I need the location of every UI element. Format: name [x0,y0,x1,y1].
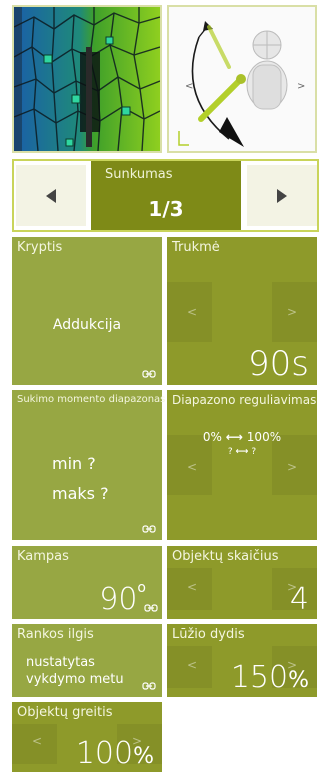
range-row-1: 0% ⟷ 100% [167,430,317,444]
torque-range-label: Sukimo momento diapazonas [17,394,166,405]
range-row-2-left: ? [227,447,233,457]
difficulty-prev-button[interactable] [16,165,86,226]
angle-unit: o [137,580,146,596]
double-arrow-icon: ⟷ [235,447,249,457]
break-size-value: 150 [230,660,289,695]
chevron-left-icon: < [187,305,198,319]
game-scene-graphic [14,7,160,151]
arm-length-label: Rankos ilgis [17,627,94,642]
link-icon [144,604,158,612]
object-count-label: Objektų skaičius [172,549,279,564]
game-preview-image[interactable] [12,5,162,153]
object-speed-tile[interactable]: Objektų greitis < > 100% [12,702,162,772]
direction-value: Addukcija [52,317,122,333]
difficulty-next-button[interactable] [247,165,317,226]
angle-label: Kampas [17,549,69,564]
object-count-value: 4 [289,582,309,617]
duration-tile[interactable]: Trukmė < > 90s [167,237,317,385]
break-size-label: Lūžio dydis [172,627,245,642]
chevron-right-icon: > [286,460,297,474]
chevron-left-icon [46,189,56,203]
object-count-tile[interactable]: Objektų skaičius < > 4 [167,546,317,619]
angle-value: 90 [99,582,138,617]
arm-motion-figure: < > [178,21,305,147]
chevron-left-icon: < [187,658,198,672]
break-size-value-group: 150% [231,663,309,693]
difficulty-selector: Sunkumas 1/3 [12,159,319,232]
break-size-tile[interactable]: Lūžio dydis < > 150% [167,624,317,697]
range-adjust-tile[interactable]: Diapazono reguliavimas 0% ⟷ 100% ? ⟷ ? <… [167,390,317,540]
exercise-motion-image[interactable]: < > [167,5,317,153]
link-icon [142,370,156,378]
svg-text:>: > [297,81,305,92]
object-speed-value: 100 [75,736,134,771]
angle-tile[interactable]: Kampas 90o [12,546,162,619]
duration-label: Trukmė [172,240,220,255]
chevron-right-icon [277,189,287,203]
direction-label: Kryptis [17,240,63,255]
link-icon [142,682,156,690]
range-row-1-left: 0% [202,430,222,444]
direction-tile[interactable]: Kryptis Addukcija [12,237,162,385]
arm-length-value: nustatytas vykdymo metu [26,655,124,687]
range-adjust-label: Diapazono reguliavimas [172,393,317,407]
torque-range-tile[interactable]: Sukimo momento diapazonas min ? maks ? [12,390,166,540]
link-icon [142,525,156,533]
torque-min-value: min ? [52,454,96,473]
object-speed-unit: % [133,744,154,769]
difficulty-panel: Sunkumas 1/3 [91,161,241,230]
chevron-left-icon: < [187,460,198,474]
double-arrow-icon: ⟷ [225,430,243,444]
difficulty-label: Sunkumas [105,167,173,182]
arm-length-tile[interactable]: Rankos ilgis nustatytas vykdymo metu [12,624,162,697]
duration-value: 90s [248,344,309,384]
svg-text:<: < [185,81,193,92]
range-row-2: ? ⟷ ? [167,447,317,457]
object-speed-label: Objektų greitis [17,705,113,720]
difficulty-value: 1/3 [148,197,184,221]
object-speed-value-group: 100% [76,739,154,769]
range-row-2-right: ? [251,447,257,457]
angle-value-group: 90o [99,581,146,617]
torque-max-value: maks ? [52,484,109,503]
range-row-1-right: 100% [246,430,282,444]
break-size-unit: % [288,668,309,693]
chevron-left-icon: < [187,580,198,594]
chevron-left-icon: < [32,734,43,748]
chevron-right-icon: > [286,305,297,319]
